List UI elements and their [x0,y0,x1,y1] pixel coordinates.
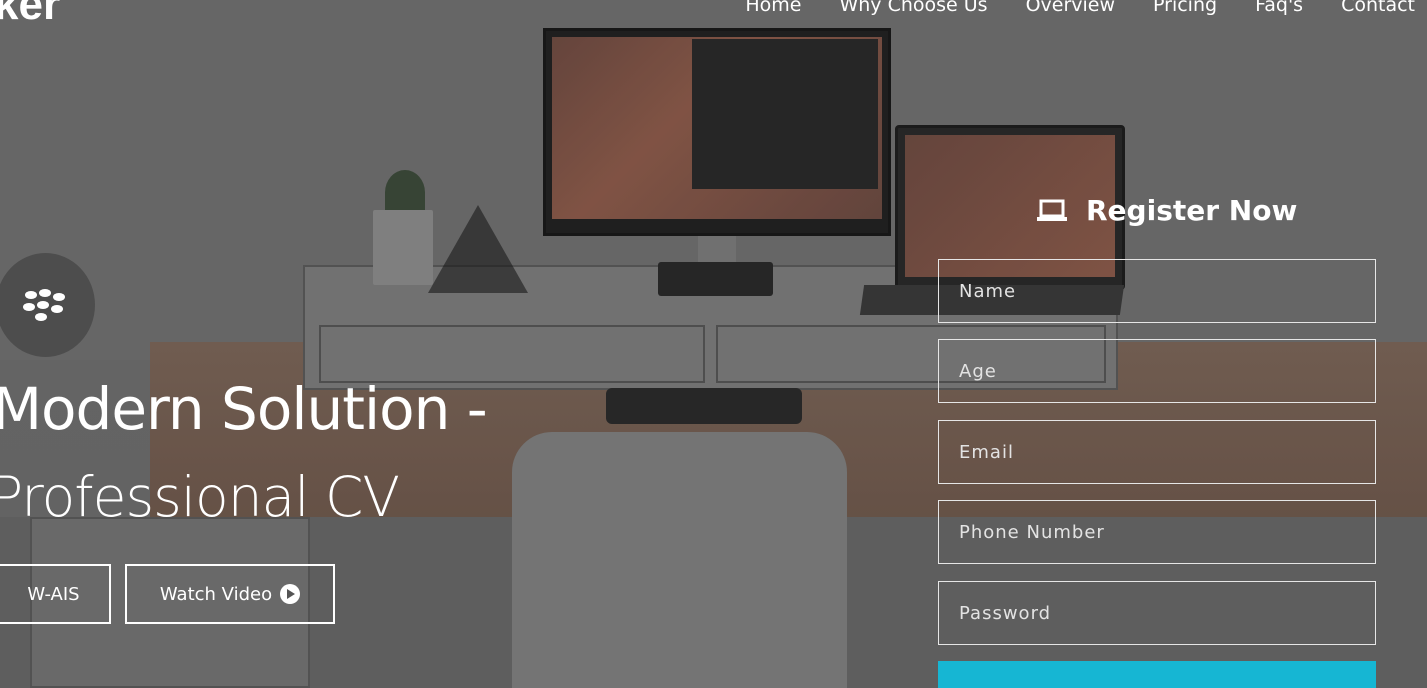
register-title: Register Now [1086,194,1298,227]
laptop-icon [1037,199,1067,221]
watch-video-button-label: Watch Video [159,583,273,605]
age-field[interactable] [938,339,1376,403]
register-submit-button[interactable] [938,661,1376,688]
blackberry-logo-shape [22,289,65,321]
blackberry-icon [0,253,95,357]
nav-home[interactable]: Home [745,0,801,16]
nav-overview[interactable]: Overview [1026,0,1115,16]
email-field[interactable] [938,420,1376,484]
password-field[interactable] [938,581,1376,645]
nav-faqs[interactable]: Faq's [1255,0,1303,16]
nav-pricing[interactable]: Pricing [1153,0,1217,16]
main-nav: Home Why Choose Us Overview Pricing Faq'… [745,0,1415,16]
play-circle-icon [280,584,301,604]
hero-subheadline: Professional CV [0,465,400,529]
w-ais-button[interactable]: W-AIS [0,564,111,624]
nav-why-choose-us[interactable]: Why Choose Us [839,0,987,16]
phone-number-field[interactable] [938,500,1376,564]
nav-contact[interactable]: Contact [1341,0,1415,16]
w-ais-button-label: W-AIS [27,583,80,605]
watch-video-button[interactable]: Watch Video [125,564,335,624]
register-heading: Register Now [1036,194,1297,227]
name-field[interactable] [938,259,1376,323]
hero-headline: Modern Solution - [0,375,488,443]
site-logo[interactable]: ker [0,0,60,30]
